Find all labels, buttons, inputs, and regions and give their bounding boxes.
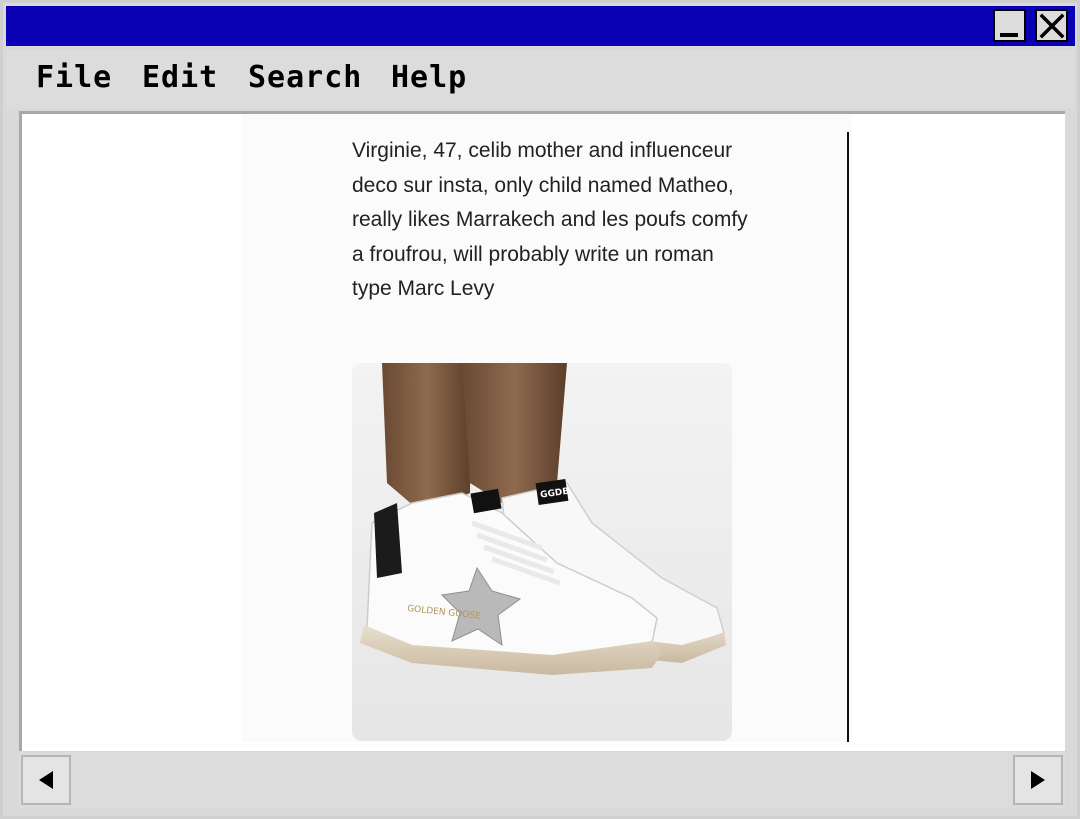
arrow-right-icon — [1031, 771, 1045, 789]
horizontal-scrollbar[interactable] — [19, 752, 1065, 808]
menu-search[interactable]: Search — [248, 60, 362, 95]
menu-help[interactable]: Help — [391, 60, 467, 95]
divider-line — [847, 132, 849, 742]
sneaker-photo: GOLDEN GOOSE GGDB — [352, 363, 732, 741]
post-text: Virginie, 47, celib mother and influence… — [352, 139, 748, 300]
minimize-button[interactable] — [993, 9, 1026, 42]
app-window: File Edit Search Help Virginie, 47, celi… — [0, 0, 1080, 819]
sneaker-image: GOLDEN GOOSE GGDB — [352, 363, 732, 741]
scroll-right-button[interactable] — [1013, 755, 1063, 805]
menu-edit[interactable]: Edit — [142, 60, 218, 95]
close-button[interactable] — [1035, 9, 1068, 42]
menu-bar: File Edit Search Help — [6, 50, 1075, 108]
scroll-left-button[interactable] — [21, 755, 71, 805]
menu-file[interactable]: File — [36, 60, 112, 95]
minimize-icon — [999, 32, 1018, 37]
content-area[interactable]: Virginie, 47, celib mother and influence… — [19, 111, 1065, 751]
title-bar[interactable] — [6, 6, 1075, 46]
arrow-left-icon — [39, 771, 53, 789]
close-icon — [1039, 13, 1064, 38]
